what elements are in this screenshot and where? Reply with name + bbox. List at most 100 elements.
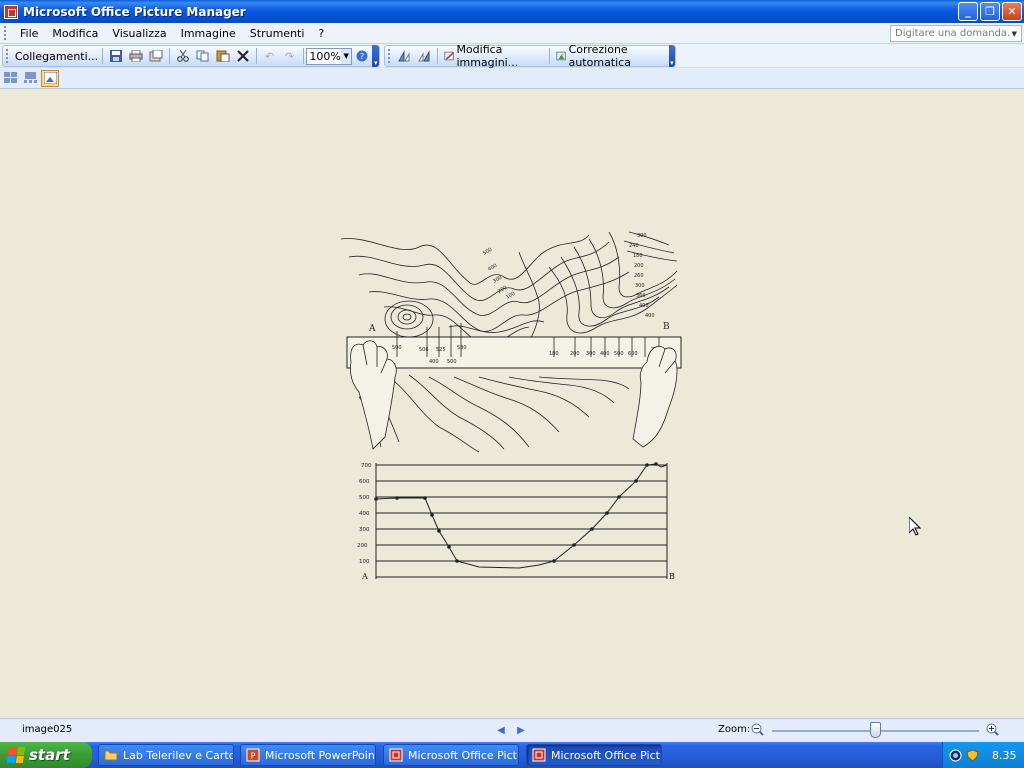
toolbar-options-button[interactable]: ▾ xyxy=(668,45,675,67)
toolbar-separator xyxy=(548,48,550,64)
powerpoint-icon: P xyxy=(246,748,260,762)
standard-toolbar: Collegamenti... ↶ ↷ 100% ▼ ? ▾ xyxy=(2,45,380,67)
file-name: image025 xyxy=(22,724,73,735)
zoom-in-icon[interactable] xyxy=(986,723,999,736)
edit-pictures-label: Modifica immagini... xyxy=(456,43,519,69)
toolbar-grip[interactable] xyxy=(388,49,391,63)
ruler-label: 200 xyxy=(570,351,580,357)
undo-icon: ↶ xyxy=(265,49,275,63)
axis-label: 500 xyxy=(359,495,370,501)
delete-button[interactable] xyxy=(233,47,253,65)
profile-line xyxy=(375,463,668,569)
ruler-label: 525 xyxy=(436,347,446,353)
print-button[interactable] xyxy=(126,47,146,65)
menu-help[interactable]: ? xyxy=(311,25,331,42)
copy-button[interactable] xyxy=(193,47,213,65)
taskbar-item-label: Microsoft PowerPoint ... xyxy=(265,748,376,762)
taskbar-item-picture-manager-2[interactable]: Microsoft Office Pictu... xyxy=(526,744,662,766)
paste-button[interactable] xyxy=(213,47,233,65)
auto-correct-label: Correzione automatica xyxy=(568,43,631,69)
menu-strumenti[interactable]: Strumenti xyxy=(243,25,312,42)
chevron-down-icon[interactable]: ▼ xyxy=(1012,30,1017,38)
toolbar-separator xyxy=(255,48,257,64)
toolbar-separator xyxy=(436,48,438,64)
profile-b-label: B xyxy=(669,572,675,581)
next-picture-button[interactable]: ▶ xyxy=(516,724,526,736)
delete-icon xyxy=(237,50,249,62)
save-button[interactable] xyxy=(106,47,126,65)
ruler-label: 400 xyxy=(429,359,439,365)
thumbnail-view-icon xyxy=(3,72,17,83)
clock: 8.35 xyxy=(992,748,1017,762)
rotate-right-icon xyxy=(417,50,430,62)
menu-bar: File Modifica Visualizza Immagine Strume… xyxy=(0,23,1024,44)
contour-label: 180 xyxy=(633,253,643,259)
cut-button[interactable] xyxy=(173,47,193,65)
restore-button[interactable]: ❐ xyxy=(980,2,1000,21)
elevation-profile: 700 600 500 400 300 200 100 A B xyxy=(357,462,675,581)
edit-picture-icon xyxy=(443,51,454,61)
filmstrip-view-button[interactable] xyxy=(21,70,39,87)
undo-button[interactable]: ↶ xyxy=(260,47,280,65)
topographic-profile-image[interactable]: 500 506 525 580 400 500 180 200 300 400 … xyxy=(329,227,683,597)
zoom-select[interactable]: 100% ▼ xyxy=(306,47,353,65)
menu-visualizza[interactable]: Visualizza xyxy=(105,25,173,42)
ask-question-input[interactable]: Digitare una domanda. ▼ xyxy=(890,25,1022,42)
shortcuts-button[interactable]: Collegamenti... xyxy=(12,47,99,65)
toolbar-grip[interactable] xyxy=(6,49,9,63)
contour-label: 100 xyxy=(505,291,516,301)
zoom-slider-thumb[interactable] xyxy=(870,722,881,738)
single-picture-view-icon xyxy=(43,72,57,84)
point-a-label: A xyxy=(368,324,376,334)
mouse-cursor-icon xyxy=(909,517,921,536)
previous-picture-button[interactable]: ◀ xyxy=(496,724,506,736)
thumbnail-view-button[interactable] xyxy=(1,70,19,87)
taskbar-item-powerpoint[interactable]: P Microsoft PowerPoint ... xyxy=(240,744,376,766)
single-picture-view-button[interactable] xyxy=(41,69,59,87)
contour-label: 400 xyxy=(639,303,649,309)
redo-button[interactable]: ↷ xyxy=(280,47,300,65)
contour-label: 300 xyxy=(492,275,503,285)
start-label: start xyxy=(29,746,70,764)
security-shield-icon[interactable] xyxy=(966,748,979,762)
start-button[interactable]: start xyxy=(0,742,92,768)
taskbar-item-picture-manager-1[interactable]: Microsoft Office Pictu... xyxy=(383,744,519,766)
axis-label: 700 xyxy=(361,463,372,469)
contour-label: 200 xyxy=(497,285,508,295)
copy-icon xyxy=(196,50,209,62)
profile-gridlines xyxy=(375,463,668,579)
axis-label: 300 xyxy=(359,527,370,533)
menu-file[interactable]: File xyxy=(13,25,45,42)
rotate-right-button[interactable] xyxy=(414,47,434,65)
export-button[interactable] xyxy=(146,47,166,65)
zoom-out-icon[interactable] xyxy=(751,723,764,736)
close-button[interactable]: ✕ xyxy=(1002,2,1022,21)
ruler-label: 500 xyxy=(392,345,402,351)
status-bar: image025 ◀ ▶ Zoom: xyxy=(0,718,1024,742)
contour-label: 500 xyxy=(482,247,493,257)
network-icon[interactable] xyxy=(949,749,962,762)
ruler-label: 180 xyxy=(549,351,559,357)
export-icon xyxy=(149,50,163,62)
auto-correct-button[interactable]: Correzione automatica xyxy=(553,43,669,69)
minimize-button[interactable]: _ xyxy=(958,2,978,21)
chevron-down-icon[interactable]: ▼ xyxy=(340,48,352,64)
toolbar-options-button[interactable]: ▾ xyxy=(372,45,379,67)
edit-pictures-button[interactable]: Modifica immagini... xyxy=(441,43,546,69)
window-controls: _ ❐ ✕ xyxy=(958,2,1022,21)
taskbar-item-lab-folder[interactable]: Lab Telerilev e Carto... xyxy=(98,744,234,766)
ruler-label: 300 xyxy=(586,351,596,357)
rotate-left-button[interactable] xyxy=(394,47,414,65)
contour-label: 200 xyxy=(634,263,644,269)
system-tray: 8.35 xyxy=(942,742,1024,768)
picture-toolbar: Modifica immagini... Correzione automati… xyxy=(384,43,676,69)
zoom-label: Zoom: xyxy=(718,724,751,735)
filmstrip-view-icon xyxy=(23,72,37,83)
menu-grip[interactable] xyxy=(4,26,7,40)
help-button[interactable]: ? xyxy=(352,47,372,65)
picture-manager-icon xyxy=(532,748,546,762)
contour-labels: 500 400 300 200 100 300 240 180 200 260 … xyxy=(482,233,655,319)
menu-modifica[interactable]: Modifica xyxy=(45,25,105,42)
menu-immagine[interactable]: Immagine xyxy=(174,25,243,42)
auto-correct-icon xyxy=(556,51,566,61)
